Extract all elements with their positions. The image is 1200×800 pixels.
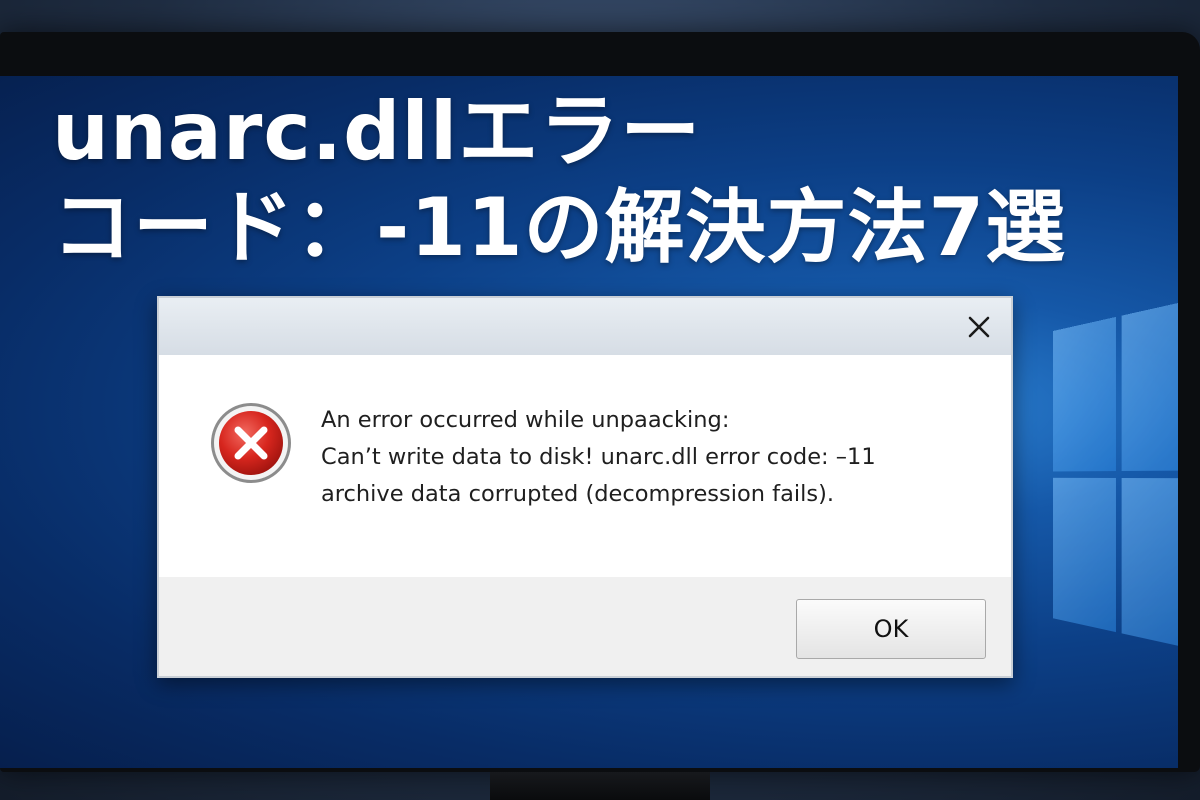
close-button[interactable] bbox=[959, 308, 999, 346]
ok-button[interactable]: OK bbox=[796, 599, 986, 659]
message-line-2: Can’t write data to disk! unarc.dll erro… bbox=[321, 444, 876, 470]
dialog-titlebar bbox=[159, 298, 1011, 355]
error-message: An error occurred while unpaacking: Can’… bbox=[321, 402, 981, 513]
message-line-3: archive data corrupted (decompression fa… bbox=[321, 481, 835, 507]
monitor-stand bbox=[490, 772, 710, 800]
dialog-footer: OK bbox=[159, 577, 1011, 676]
headline-line-2: コード：-11の解決方法7選 bbox=[52, 181, 1067, 274]
windows-logo-icon bbox=[1053, 297, 1178, 655]
close-icon bbox=[968, 316, 990, 338]
error-dialog: An error occurred while unpaacking: Can’… bbox=[157, 296, 1013, 678]
headline-line-1: unarc.dllエラー bbox=[52, 85, 702, 178]
error-icon bbox=[211, 403, 291, 483]
message-line-1: An error occurred while unpaacking: bbox=[321, 407, 730, 433]
